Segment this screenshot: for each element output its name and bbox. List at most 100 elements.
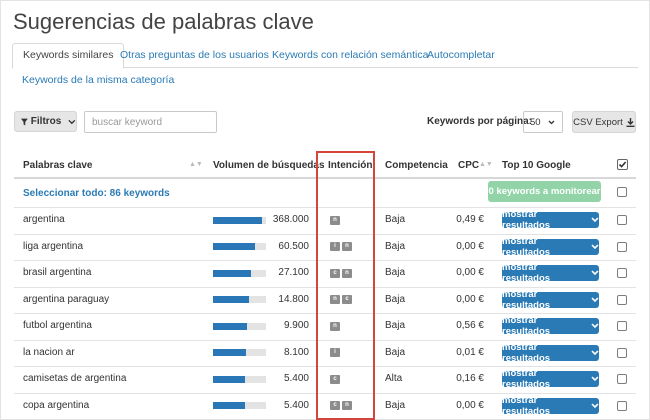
cpc-cell: 0,16 € <box>456 373 484 385</box>
competition-cell: Baja <box>385 240 406 252</box>
volume-bar <box>213 375 266 383</box>
keyword-cell: argentina paraguay <box>23 293 110 305</box>
chevron-down-icon <box>591 323 599 329</box>
show-results-label: mostrar resultados <box>502 235 551 258</box>
competition-cell: Alta <box>385 373 403 385</box>
header-keyword[interactable]: Palabras clave <box>23 160 93 171</box>
show-results-label: mostrar resultados <box>502 209 551 232</box>
search-input[interactable] <box>84 111 217 133</box>
cpc-cell: 0,01 € <box>456 346 484 358</box>
tab-relacion-semantica[interactable]: Keywords con relación semántica <box>272 49 428 61</box>
volume-cell: 8.100 <box>283 346 309 358</box>
csv-export-button[interactable]: CSV Export <box>572 111 636 133</box>
competition-cell: Baja <box>385 267 406 279</box>
chevron-down-icon <box>591 403 599 408</box>
sort-icon[interactable]: ▲▼ <box>189 161 203 168</box>
row-checkbox[interactable] <box>617 347 627 358</box>
chevron-down-icon <box>548 120 555 124</box>
row-checkbox[interactable] <box>617 268 627 279</box>
show-results-label: mostrar resultados <box>502 341 551 364</box>
volume-cell: 368.000 <box>272 214 309 226</box>
volume-cell: 14.800 <box>278 293 309 305</box>
tab-bar: Keywords similares Otras preguntas de lo… <box>12 43 638 98</box>
chevron-down-icon <box>591 376 599 382</box>
funnel-icon <box>21 118 28 125</box>
show-results-label: mostrar resultados <box>502 262 551 285</box>
chevron-down-icon <box>591 350 599 355</box>
competition-cell: Baja <box>385 320 406 332</box>
row-checkbox[interactable] <box>617 294 627 305</box>
cpc-cell: 0,00 € <box>456 267 484 279</box>
header-competition[interactable]: Competencia <box>385 160 448 171</box>
row-checkbox[interactable] <box>617 241 627 252</box>
select-all-checkbox[interactable] <box>617 187 627 197</box>
cpc-cell: 0,56 € <box>456 320 484 332</box>
volume-bar-fill <box>213 322 247 330</box>
volume-cell: 5.400 <box>283 399 309 411</box>
keyword-cell: camisetas de argentina <box>23 373 127 385</box>
show-results-label: mostrar resultados <box>502 394 551 417</box>
cpc-cell: 0,00 € <box>456 240 484 252</box>
volume-bar <box>213 322 266 330</box>
volume-cell: 5.400 <box>283 373 309 385</box>
page-title: Sugerencias de palabras clave <box>13 9 314 34</box>
competition-cell: Baja <box>385 399 406 411</box>
row-checkbox[interactable] <box>617 215 627 226</box>
volume-bar-fill <box>213 349 246 357</box>
volume-cell: 60.500 <box>278 240 309 252</box>
volume-bar <box>213 349 266 357</box>
keyword-cell: liga argentina <box>23 240 84 252</box>
download-icon <box>626 117 635 127</box>
show-results-button[interactable]: mostrar resultados <box>502 235 599 258</box>
volume-bar <box>213 402 266 410</box>
row-checkbox[interactable] <box>617 374 627 385</box>
volume-cell: 9.900 <box>283 320 309 332</box>
cpc-cell: 0,00 € <box>456 399 484 411</box>
select-all-link[interactable]: Seleccionar todo: 86 keywords <box>23 188 170 199</box>
row-checkbox[interactable] <box>617 400 627 411</box>
row-checkbox[interactable] <box>617 321 627 332</box>
per-page-value: 50 <box>530 116 541 128</box>
cpc-cell: 0,49 € <box>456 214 484 226</box>
volume-bar-fill <box>213 296 250 304</box>
show-results-label: mostrar resultados <box>502 368 551 391</box>
tab-misma-categoria[interactable]: Keywords de la misma categoría <box>22 74 174 86</box>
volume-bar-fill <box>213 216 262 224</box>
show-results-button[interactable]: mostrar resultados <box>502 368 599 391</box>
header-volume[interactable]: Volumen de búsquedas <box>213 160 325 171</box>
volume-bar-fill <box>213 269 252 277</box>
keyword-cell: brasil argentina <box>23 267 92 279</box>
volume-bar <box>213 216 266 224</box>
sort-icon[interactable]: ▲▼ <box>479 161 493 168</box>
tab-keywords-similares[interactable]: Keywords similares <box>12 43 125 69</box>
volume-bar-fill <box>213 243 256 251</box>
filter-button-label: Filtros <box>30 116 62 127</box>
volume-bar-fill <box>213 375 245 383</box>
chevron-down-icon <box>591 297 599 302</box>
filter-button[interactable]: Filtros <box>14 111 77 132</box>
show-results-button[interactable]: mostrar resultados <box>502 289 599 311</box>
volume-bar <box>213 243 266 251</box>
volume-cell: 27.100 <box>278 267 309 279</box>
competition-cell: Baja <box>385 346 406 358</box>
keyword-cell: futbol argentina <box>23 320 92 332</box>
chevron-down-icon <box>68 119 76 124</box>
tab-otras-preguntas[interactable]: Otras preguntas de los usuarios <box>120 49 269 61</box>
keyword-cell: la nacion ar <box>23 346 75 358</box>
show-results-button[interactable]: mostrar resultados <box>502 209 599 232</box>
chevron-down-icon <box>591 217 599 223</box>
show-results-button[interactable]: mostrar resultados <box>502 315 599 338</box>
per-page-select[interactable]: 50 <box>523 111 563 133</box>
header-cpc[interactable]: CPC <box>458 160 479 171</box>
monitor-button[interactable]: 0 keywords a monitorear <box>488 181 601 202</box>
header-top10: Top 10 Google <box>502 160 571 171</box>
tab-autocompletar[interactable]: Autocompletar <box>427 49 495 61</box>
show-results-button[interactable]: mostrar resultados <box>502 341 599 364</box>
show-results-button[interactable]: mostrar resultados <box>502 262 599 285</box>
volume-bar <box>213 296 266 304</box>
checkbox-checked-icon[interactable] <box>617 159 628 170</box>
cpc-cell: 0,00 € <box>456 293 484 305</box>
show-results-button[interactable]: mostrar resultados <box>502 394 599 417</box>
csv-export-label: CSV Export <box>573 116 623 128</box>
show-results-label: mostrar resultados <box>502 315 551 338</box>
